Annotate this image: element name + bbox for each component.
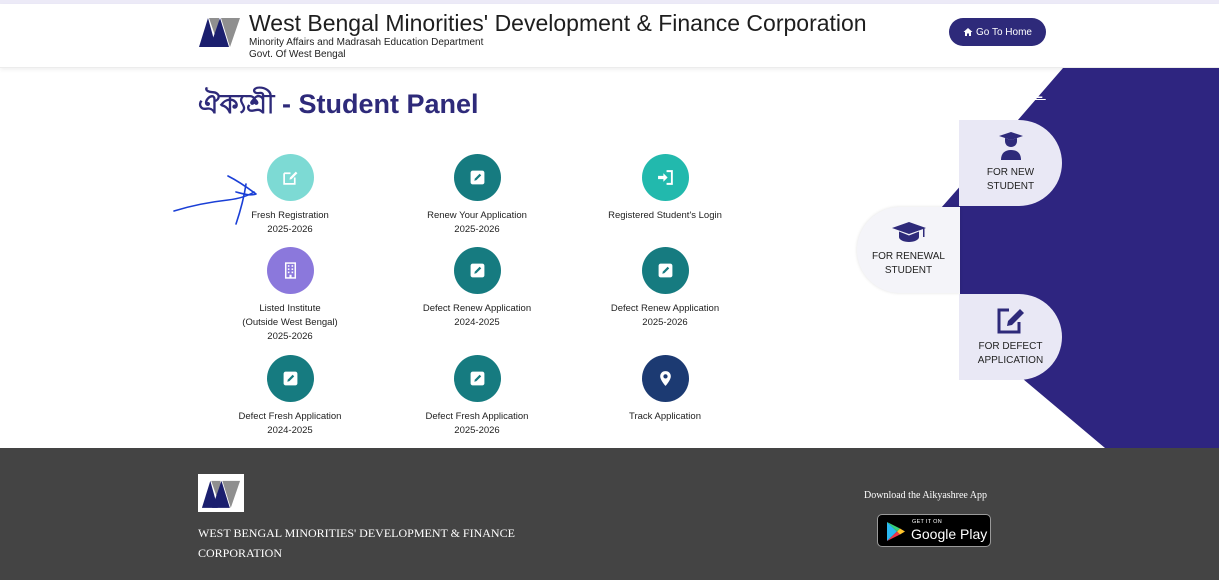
- org-department: Minority Affairs and Madrasah Education …: [249, 37, 484, 48]
- tile-label: Renew Your Application: [427, 210, 527, 221]
- card-line1: FOR DEFECT: [978, 341, 1043, 352]
- tile-year: 2025-2026: [454, 224, 500, 235]
- go-to-home-button[interactable]: Go To Home: [949, 18, 1046, 46]
- pencil-square-icon: [453, 247, 501, 294]
- pencil-square-icon: [453, 154, 501, 201]
- tile-listed-institute[interactable]: Listed Institute (Outside West Bengal) 2…: [200, 247, 380, 344]
- page-title: ঐক্যশ্রী - Student Panel: [198, 84, 479, 129]
- google-play-icon: [887, 522, 905, 541]
- page-title-bengali: ঐক্যশ্রী: [198, 89, 275, 120]
- card-line1: FOR RENEWAL: [872, 251, 945, 262]
- for-renewal-student-card[interactable]: FOR RENEWAL STUDENT: [857, 207, 960, 293]
- edit-icon: [266, 154, 314, 201]
- tile-label: Track Application: [629, 411, 701, 422]
- tile-label: Registered Student's Login: [608, 210, 722, 221]
- tile-year: 2024-2025: [454, 317, 500, 328]
- tile-label: Listed Institute: [259, 303, 321, 314]
- site-footer: WEST BENGAL MINORITIES' DEVELOPMENT & FI…: [0, 448, 1219, 580]
- tile-track-application[interactable]: Track Application: [575, 355, 755, 424]
- card-line2: APPLICATION: [977, 355, 1044, 366]
- tile-label: Defect Renew Application: [610, 303, 720, 314]
- org-title: West Bengal Minorities' Development & Fi…: [249, 10, 867, 36]
- page-title-text: - Student Panel: [274, 89, 479, 119]
- building-icon: [266, 247, 314, 294]
- card-line2: STUDENT: [884, 265, 933, 276]
- footer-org-name-line2: CORPORATION: [198, 546, 283, 560]
- hand-drawn-arrow-annotation: [173, 175, 257, 225]
- tile-year: 2025-2026: [267, 331, 313, 342]
- tile-defect-fresh-2025[interactable]: Defect Fresh Application 2025-2026: [387, 355, 567, 438]
- go-to-home-label: Go To Home: [976, 26, 1032, 38]
- tile-label: Defect Fresh Application: [425, 411, 529, 422]
- edit-icon: [997, 308, 1024, 334]
- graduation-cap-icon: [891, 222, 926, 242]
- home-icon: [963, 28, 973, 36]
- user-graduate-icon: [998, 132, 1023, 160]
- tile-year: 2025-2026: [642, 317, 688, 328]
- google-play-badge[interactable]: GET IT ON Google Play: [877, 514, 991, 547]
- tile-defect-renew-2024[interactable]: Defect Renew Application 2024-2025: [387, 247, 567, 330]
- sign-in-icon: [641, 154, 689, 201]
- store-small-label: GET IT ON: [912, 519, 943, 525]
- store-big-label: Google Play: [911, 526, 988, 542]
- site-header: West Bengal Minorities' Development & Fi…: [0, 4, 1219, 68]
- footer-logo: [198, 474, 244, 512]
- tile-year: 2025-2026: [267, 224, 313, 235]
- wbmdfc-logo[interactable]: [198, 14, 241, 48]
- download-app-label: Download the Aikyashree App: [864, 490, 988, 501]
- tile-defect-fresh-2024[interactable]: Defect Fresh Application 2024-2025: [200, 355, 380, 438]
- for-new-student-card[interactable]: FOR NEW STUDENT: [959, 120, 1062, 206]
- card-line2: STUDENT: [986, 181, 1035, 192]
- pencil-square-icon: [641, 247, 689, 294]
- tile-registered-login[interactable]: Registered Student's Login: [575, 154, 755, 223]
- org-government: Govt. Of West Bengal: [249, 49, 346, 60]
- portal-label: DAL: [1010, 86, 1046, 101]
- card-line1: FOR NEW: [986, 167, 1035, 178]
- map-marker-icon: [641, 355, 689, 402]
- pencil-square-icon: [453, 355, 501, 402]
- tile-label-sub: (Outside West Bengal): [242, 317, 338, 328]
- tile-year: 2025-2026: [454, 425, 500, 436]
- tile-label: Defect Fresh Application: [238, 411, 342, 422]
- tile-label: Defect Renew Application: [422, 303, 532, 314]
- tile-year: 2024-2025: [267, 425, 313, 436]
- for-defect-application-card[interactable]: FOR DEFECT APPLICATION: [959, 294, 1062, 380]
- tile-renew-application[interactable]: Renew Your Application 2025-2026: [387, 154, 567, 237]
- tile-defect-renew-2025[interactable]: Defect Renew Application 2025-2026: [575, 247, 755, 330]
- footer-org-name: WEST BENGAL MINORITIES' DEVELOPMENT & FI…: [198, 526, 515, 540]
- pencil-square-icon: [266, 355, 314, 402]
